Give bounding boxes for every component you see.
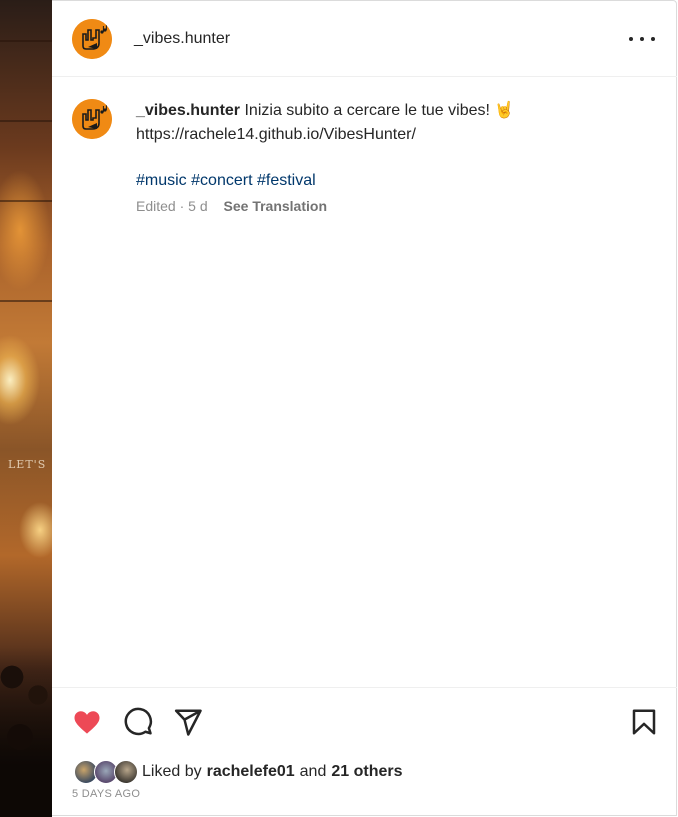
post-detail-panel: _vibes.hunter _vibes.hunter Inizia subit… — [52, 0, 677, 816]
avatar — [114, 760, 138, 784]
liker-avatars[interactable] — [74, 760, 138, 784]
post-header: _vibes.hunter — [52, 1, 677, 77]
likes-summary: Liked by rachelefe01 and 21 others — [74, 760, 408, 784]
hashtag-concert[interactable]: #concert — [191, 172, 252, 189]
comment-icon[interactable] — [123, 707, 153, 737]
hashtag-festival[interactable]: #festival — [257, 172, 316, 189]
liked-by-prefix: Liked by — [142, 763, 202, 780]
meta-separator: · — [179, 198, 185, 214]
post-caption: _vibes.hunter Inizia subito a cercare le… — [136, 99, 656, 215]
liked-by-and: and — [299, 763, 327, 780]
caption-avatar[interactable] — [72, 99, 112, 139]
rock-hand-logo-icon — [72, 19, 112, 59]
see-translation-button[interactable]: See Translation — [224, 198, 327, 214]
edited-label: Edited — [136, 198, 176, 214]
post-timestamp[interactable]: 5 DAYS AGO — [72, 788, 140, 800]
hashtag-music[interactable]: #music — [136, 172, 187, 189]
caption-link: https://rachele14.github.io/VibesHunter/ — [136, 126, 416, 143]
rock-hand-logo-icon — [72, 99, 112, 139]
liked-by-others[interactable]: 21 others — [331, 763, 402, 781]
post-image: LET'S — [0, 0, 52, 817]
post-age[interactable]: 5 d — [188, 198, 207, 214]
caption-meta: Edited · 5 d See Translation — [136, 197, 656, 215]
caption-username[interactable]: _vibes.hunter — [136, 102, 240, 119]
caption-text: Inizia subito a cercare le tue vibes! 🤘 — [244, 102, 515, 119]
share-icon[interactable] — [173, 707, 203, 737]
bookmark-icon[interactable] — [629, 707, 659, 737]
hashtag-list: #music #concert #festival — [136, 169, 656, 193]
avatar[interactable] — [72, 19, 112, 59]
heart-icon[interactable] — [72, 707, 102, 737]
header-username[interactable]: _vibes.hunter — [134, 30, 230, 48]
post-actions: Liked by rachelefe01 and 21 others 5 DAY… — [52, 687, 677, 817]
crowd-silhouette — [0, 647, 52, 817]
more-options-icon[interactable] — [629, 29, 655, 49]
liked-by-user[interactable]: rachelefe01 — [207, 763, 295, 781]
stage-sign: LET'S — [8, 458, 47, 471]
